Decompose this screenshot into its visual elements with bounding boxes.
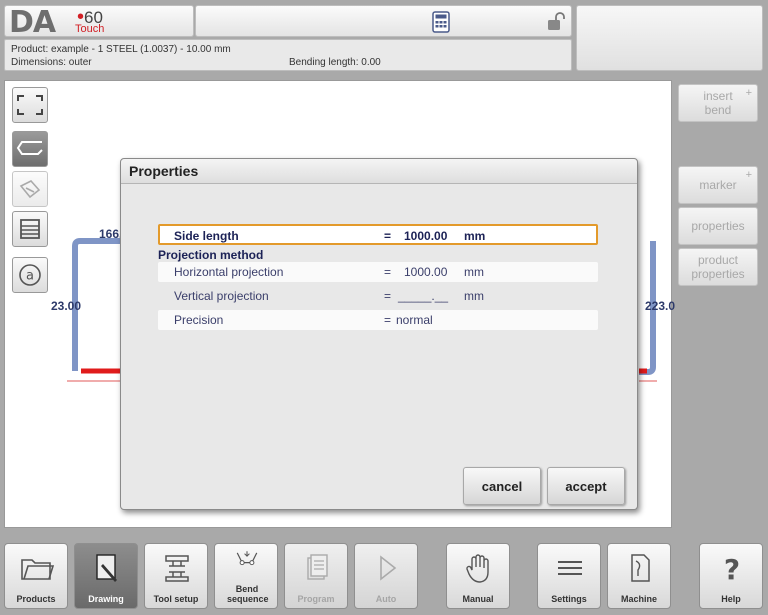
tool-setup-icon <box>165 555 189 582</box>
dimension-label-right: 223.0 <box>645 299 676 313</box>
nav-help[interactable]: ? Help <box>699 543 763 609</box>
logo: DA •60 Touch <box>4 5 194 40</box>
dialog-title: Properties <box>121 159 637 184</box>
bend-tool-button[interactable] <box>12 131 48 167</box>
drawing-icon <box>96 554 117 582</box>
vertical-projection-row[interactable]: Vertical projection = _____.__ mm <box>158 286 598 306</box>
plus-icon: + <box>745 87 752 99</box>
precision-value[interactable]: normal <box>396 313 433 327</box>
frame-tool-button[interactable] <box>12 87 48 123</box>
dimension-label-left: 23.00 <box>51 299 82 313</box>
nav-machine[interactable]: Machine <box>607 543 671 609</box>
settings-list-icon <box>558 561 582 575</box>
marker-button[interactable]: + marker <box>678 166 758 204</box>
top-right-panel <box>576 5 763 71</box>
lock-icon[interactable] <box>546 12 566 32</box>
accept-button[interactable]: accept <box>547 467 625 505</box>
insert-bend-button[interactable]: + insert bend <box>678 84 758 122</box>
cancel-button[interactable]: cancel <box>463 467 541 505</box>
vertical-projection-label: Vertical projection <box>174 289 269 303</box>
horizontal-projection-row[interactable]: Horizontal projection = 1000.00 mm <box>158 262 598 282</box>
play-icon <box>380 555 397 581</box>
product-info: Product: example - 1 STEEL (1.0037) - 10… <box>11 44 231 55</box>
logo-touch: Touch <box>75 23 105 35</box>
product-info-bar: Product: example - 1 STEEL (1.0037) - 10… <box>4 39 572 71</box>
nav-auto[interactable]: Auto <box>354 543 418 609</box>
nav-manual[interactable]: Manual <box>446 543 510 609</box>
side-length-eq: = <box>384 229 392 243</box>
vertical-projection-unit: mm <box>464 289 484 303</box>
hand-icon <box>466 554 489 583</box>
nav-settings[interactable]: Settings <box>537 543 601 609</box>
shape-tool-button[interactable] <box>12 171 48 207</box>
side-length-unit: mm <box>464 229 486 243</box>
horizontal-projection-eq: = <box>384 265 392 279</box>
horizontal-projection-value[interactable]: 1000.00 <box>404 265 447 279</box>
dimension-label-top: 166. <box>99 227 123 241</box>
nav-program[interactable]: Program <box>284 543 348 609</box>
plus-icon: + <box>745 169 752 181</box>
side-length-value[interactable]: 1000.00 <box>404 229 447 243</box>
nav-bend-sequence[interactable]: Bend sequence <box>214 543 278 609</box>
folder-icon <box>21 559 55 580</box>
bending-length-info: Bending length: 0.00 <box>289 57 381 68</box>
precision-row[interactable]: Precision = normal <box>158 310 598 330</box>
horizontal-projection-label: Horizontal projection <box>174 265 284 279</box>
bend-icon <box>16 141 43 155</box>
side-length-label: Side length <box>174 229 239 243</box>
vertical-projection-value[interactable]: _____.__ <box>398 289 448 303</box>
at-sign-icon: a <box>19 264 41 286</box>
side-length-row[interactable]: Side length = 1000.00 mm <box>158 224 598 245</box>
layer-icon <box>20 219 40 239</box>
frame-icon <box>17 95 43 115</box>
nav-drawing[interactable]: Drawing <box>74 543 138 609</box>
calculator-icon[interactable] <box>432 11 450 33</box>
precision-eq: = <box>384 313 392 327</box>
nav-products[interactable]: Products <box>4 543 68 609</box>
machine-icon <box>631 554 650 582</box>
logo-da: DA <box>9 5 56 40</box>
precision-label: Precision <box>174 313 224 327</box>
layer-tool-button[interactable] <box>12 211 48 247</box>
projection-method-title: Projection method <box>158 248 264 262</box>
horizontal-projection-unit: mm <box>464 265 484 279</box>
svg-text:?: ? <box>724 553 740 584</box>
nav-tool-setup[interactable]: Tool setup <box>144 543 208 609</box>
svg-text:a: a <box>26 269 34 284</box>
annotation-tool-button[interactable]: a <box>12 257 48 293</box>
shape-icon <box>19 180 41 199</box>
product-properties-button[interactable]: product properties <box>678 248 758 286</box>
bend-sequence-icon <box>236 551 258 566</box>
properties-button[interactable]: properties <box>678 207 758 245</box>
properties-dialog: Properties Side length = 1000.00 mm Proj… <box>120 158 638 510</box>
vertical-projection-eq: = <box>384 289 392 303</box>
dimensions-info: Dimensions: outer <box>11 57 92 68</box>
help-icon: ? <box>724 553 740 584</box>
program-icon <box>307 554 328 580</box>
top-toolbar <box>195 5 572 37</box>
